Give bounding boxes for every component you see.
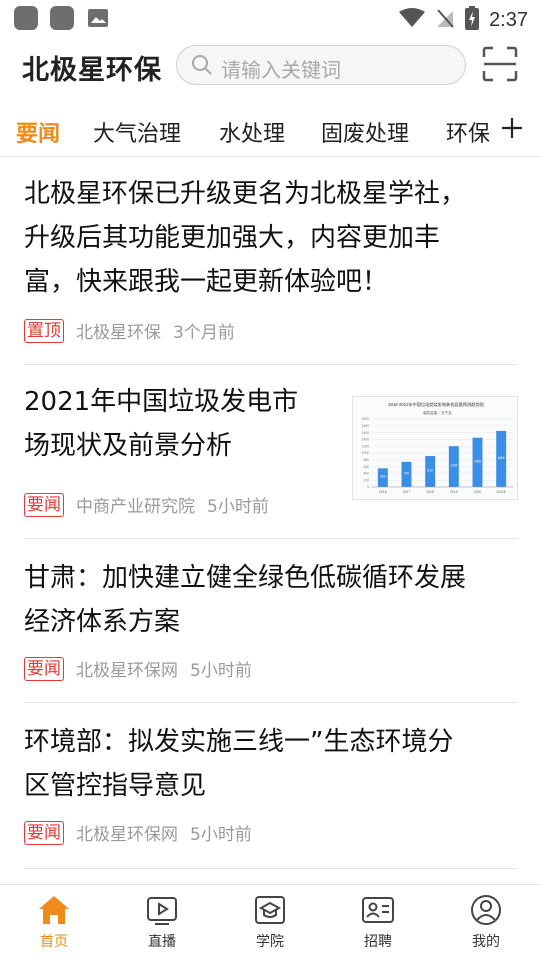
thumbnail-x-tick: 2018: [426, 490, 434, 494]
thumbnail-y-tick: 1400: [362, 438, 369, 442]
tab-headlines[interactable]: 要闻: [16, 116, 60, 148]
thumbnail-y-tick: 800: [364, 458, 370, 462]
thumbnail-chart-title: 2016-2021年中国垃圾焚烧发电装机容量预测趋势图: [388, 401, 483, 408]
nav-label: 首页: [40, 934, 68, 950]
thumbnail-y-tick: 1600: [362, 431, 369, 435]
news-badge: 要闻: [24, 820, 64, 845]
search-placeholder: 请输入关键词: [221, 58, 341, 82]
article-item[interactable]: 甘肃：加快建立健全绿色低碳循环发展 经济体系方案 要闻 北极星环保网 5小时前: [0, 540, 540, 704]
app-logo: 北极星环保: [22, 55, 162, 86]
thumbnail-y-tick: 600: [364, 465, 370, 469]
thumbnail-bar-label: 1650: [498, 456, 505, 460]
thumbnail-chart-legend: 装机容量：万千瓦: [423, 410, 452, 415]
thumbnail-y-tick: 400: [364, 472, 370, 476]
add-tab-icon[interactable]: [494, 110, 530, 146]
article-time: 3个月前: [173, 323, 235, 343]
tab-solid-waste[interactable]: 固废处理: [321, 116, 409, 148]
article-thumbnail: 2016-2021年中国垃圾焚烧发电装机容量预测趋势图 装机容量：万千瓦 0 200 4…: [352, 396, 518, 500]
category-tabs: 要闻 大气治理 水处理 固废处理 环保: [0, 104, 540, 157]
notification-app-icon: [50, 6, 74, 30]
nav-profile[interactable]: 我的: [446, 893, 526, 951]
thumbnail-bar-label: 1450: [474, 459, 481, 463]
search-bar[interactable]: 请输入关键词: [176, 45, 466, 85]
nav-label: 招聘: [364, 934, 392, 950]
thumbnail-x-tick: 2017: [403, 490, 411, 494]
nav-academy[interactable]: 学院: [230, 893, 310, 951]
thumbnail-x-tick: 2019: [450, 490, 458, 494]
thumbnail-y-tick: 0: [367, 485, 369, 489]
battery-icon: [465, 6, 480, 34]
app-header: 北极星环保 请输入关键词: [0, 42, 540, 92]
image-notification-icon: [86, 6, 110, 30]
nav-jobs[interactable]: 招聘: [338, 893, 418, 951]
thumbnail-x-tick: 2020: [474, 490, 482, 494]
tab-environment[interactable]: 环保: [446, 116, 490, 148]
article-meta: 要闻 中商产业研究院 5小时前: [24, 492, 269, 517]
nav-label: 我的: [472, 934, 500, 950]
tab-water-treatment[interactable]: 水处理: [219, 116, 285, 148]
thumbnail-bar-chart: 2016-2021年中国垃圾焚烧发电装机容量预测趋势图装机容量：万千瓦 0 200 4…: [362, 401, 513, 494]
status-bar: 2:37: [0, 0, 540, 36]
notification-app-icon: [14, 6, 38, 30]
nav-label: 直播: [148, 934, 176, 950]
pinned-badge: 置顶: [24, 318, 64, 343]
article-time: 5小时前: [190, 661, 252, 681]
search-icon: [191, 54, 213, 80]
thumbnail-y-tick: 1000: [362, 451, 369, 455]
divider: [24, 538, 518, 539]
divider: [24, 702, 518, 703]
nav-home[interactable]: 首页: [14, 893, 94, 951]
bottom-navigation: 首页 直播 学院 招聘 我的: [0, 884, 540, 961]
no-signal-icon: [435, 7, 455, 33]
notification-icons: [14, 6, 110, 30]
article-title: 环境部：拟发实施三线一”生态环境分 区管控指导意见: [24, 727, 454, 801]
thumbnail-bar-label: 550: [380, 475, 386, 479]
thumbnail-y-tick: 1200: [362, 444, 369, 448]
divider: [24, 868, 518, 869]
thumbnail-bar-label: 740: [404, 471, 410, 475]
article-source: 中商产业研究院: [76, 497, 195, 517]
home-icon: [37, 893, 71, 927]
thumbnail-y-tick: 200: [364, 478, 370, 482]
divider: [24, 364, 518, 365]
article-meta: 要闻 北极星环保网 5小时前: [24, 656, 252, 681]
thumbnail-x-tick: 2016: [379, 490, 387, 494]
thumbnail-y-tick: 2000: [362, 417, 369, 421]
thumbnail-bar-label: 910: [428, 469, 434, 473]
article-source: 北极星环保网: [76, 661, 178, 681]
play-icon: [145, 893, 179, 927]
clock: 2:37: [489, 8, 528, 31]
article-time: 5小时前: [190, 825, 252, 845]
id-card-icon: [361, 893, 395, 927]
article-time: 5小时前: [207, 497, 269, 517]
thumbnail-bar-label: 1200: [450, 464, 457, 468]
news-badge: 要闻: [24, 656, 64, 681]
article-meta: 置顶 北极星环保 3个月前: [24, 318, 235, 343]
article-title: 甘肃：加快建立健全绿色低碳循环发展 经济体系方案: [24, 563, 467, 637]
thumbnail-x-tick: 2021E: [496, 490, 507, 494]
nav-label: 学院: [256, 934, 284, 950]
news-badge: 要闻: [24, 492, 64, 517]
scan-icon[interactable]: [482, 46, 518, 82]
nav-live[interactable]: 直播: [122, 893, 202, 951]
article-item[interactable]: 北极星环保已升级更名为北极星学社， 升级后其功能更加强大，内容更加丰 富，快来跟…: [0, 172, 540, 366]
article-title: 北极星环保已升级更名为北极星学社， 升级后其功能更加强大，内容更加丰 富，快来跟…: [24, 179, 467, 297]
article-item[interactable]: 2021年中国垃圾发电市 场现状及前景分析 2016-2021年中国垃圾焚烧发电…: [0, 366, 540, 540]
article-source: 北极星环保: [76, 323, 161, 343]
thumbnail-y-tick: 1800: [362, 424, 369, 428]
user-icon: [469, 893, 503, 927]
article-source: 北极星环保网: [76, 825, 178, 845]
article-meta: 要闻 北极星环保网 5小时前: [24, 820, 252, 845]
wifi-icon: [399, 8, 426, 32]
tab-air-treatment[interactable]: 大气治理: [93, 116, 181, 148]
article-item[interactable]: 环境部：拟发实施三线一”生态环境分 区管控指导意见 要闻 北极星环保网 5小时前: [0, 704, 540, 870]
article-title: 2021年中国垃圾发电市 场现状及前景分析: [24, 387, 299, 461]
graduation-cap-icon: [253, 893, 287, 927]
